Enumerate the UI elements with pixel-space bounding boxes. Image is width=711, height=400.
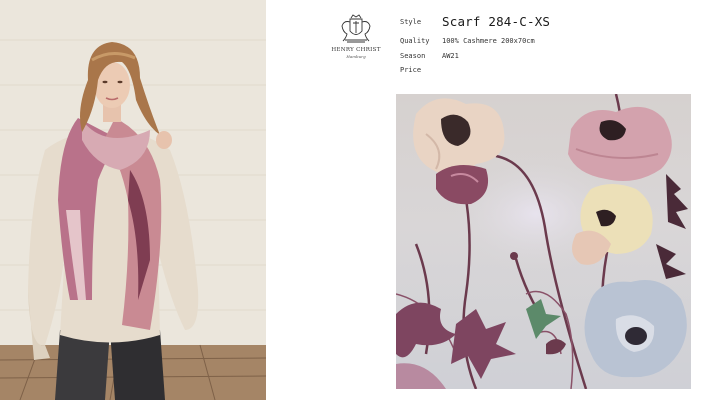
- season-value: AW21: [442, 52, 459, 60]
- spec-label: Season: [400, 52, 426, 60]
- brand-logo: HENRY CHRIST Hamburg: [330, 14, 382, 59]
- coat-of-arms-icon: [341, 14, 371, 43]
- spec-label: Quality: [400, 37, 430, 45]
- spec-label: Style: [400, 18, 422, 26]
- model-photo: [0, 0, 266, 400]
- brand-city: Hamburg: [346, 54, 366, 59]
- spec-label: Price: [400, 66, 422, 74]
- brand-name: HENRY CHRIST: [331, 47, 381, 53]
- scarf-print-image: [396, 94, 691, 389]
- quality-value: 100% Cashmere 200x70cm: [442, 37, 535, 45]
- style-number: Scarf 284-C-XS: [442, 14, 551, 29]
